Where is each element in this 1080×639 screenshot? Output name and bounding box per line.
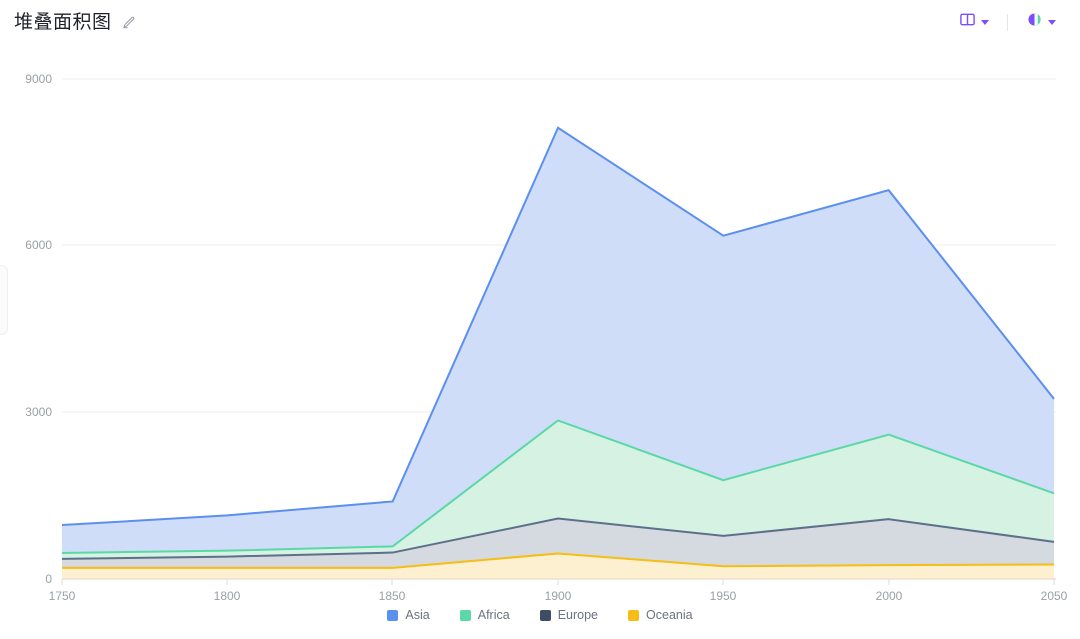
- legend-label: Asia: [405, 608, 430, 622]
- header-toolbar: [953, 8, 1062, 36]
- legend-swatch: [459, 609, 471, 621]
- x-tick-label: 1800: [214, 589, 241, 603]
- title-group: 堆叠面积图: [14, 13, 138, 32]
- stacked-area-chart-page: 堆叠面积图 0 3000 6000 9000 1750 1800 1850 19…: [0, 0, 1080, 639]
- x-tick-label: 2050: [1041, 589, 1068, 603]
- chart-header: 堆叠面积图: [0, 0, 1080, 44]
- chevron-down-icon: [1048, 19, 1056, 25]
- layout-columns-dropdown[interactable]: [953, 8, 995, 36]
- y-tick-label: 9000: [25, 72, 52, 86]
- page-title: 堆叠面积图: [14, 11, 112, 33]
- legend-label: Oceania: [646, 608, 693, 622]
- chevron-down-icon: [981, 19, 989, 25]
- legend-item-africa[interactable]: Africa: [458, 607, 512, 624]
- x-tick-label: 1750: [49, 589, 76, 603]
- y-axis-labels: 0 3000 6000 9000: [25, 72, 52, 586]
- legend-label: Africa: [477, 608, 510, 622]
- legend-label: Europe: [557, 608, 599, 622]
- columns-layout-icon: [959, 11, 976, 33]
- toolbar-divider: [1007, 13, 1008, 31]
- legend-item-asia[interactable]: Asia: [385, 607, 431, 624]
- legend-item-europe[interactable]: Europe: [538, 607, 600, 624]
- chart-legend: Asia Africa Europe Oceania: [0, 607, 1080, 624]
- x-tick-label: 1900: [545, 589, 572, 603]
- chart-canvas: 0 3000 6000 9000 1750 1800 1850 1900 195…: [0, 44, 1080, 639]
- series-areas: [62, 127, 1054, 580]
- legend-swatch: [539, 609, 551, 621]
- pencil-edit-icon[interactable]: [121, 14, 138, 31]
- area-chart-svg: 0 3000 6000 9000 1750 1800 1850 1900 195…: [25, 72, 1068, 603]
- legend-swatch: [628, 609, 640, 621]
- y-tick-label: 0: [45, 572, 52, 586]
- x-axis-labels: 1750 1800 1850 1900 1950 2000 2050: [49, 589, 1068, 603]
- legend-item-oceania[interactable]: Oceania: [626, 607, 695, 624]
- color-theme-dropdown[interactable]: [1020, 8, 1062, 36]
- x-axis: 1750 1800 1850 1900 1950 2000 2050: [49, 578, 1068, 603]
- x-tick-label: 1850: [379, 589, 406, 603]
- x-axis-ticks: [61, 579, 1055, 585]
- y-tick-label: 3000: [25, 405, 52, 419]
- y-tick-label: 6000: [25, 238, 52, 252]
- x-tick-label: 1950: [710, 589, 737, 603]
- legend-swatch: [387, 609, 399, 621]
- color-palette-icon: [1026, 11, 1043, 33]
- x-tick-label: 2000: [876, 589, 903, 603]
